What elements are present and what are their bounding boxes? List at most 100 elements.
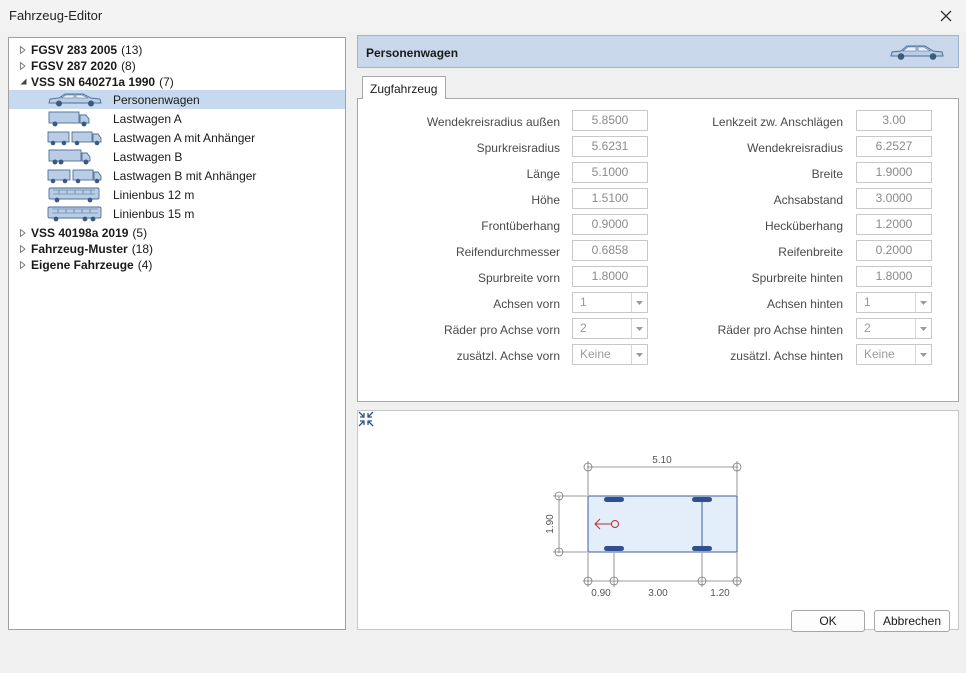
expand-triangle-icon[interactable] [19, 260, 27, 269]
expand-triangle-icon[interactable] [19, 45, 27, 54]
tree-group-label: VSS SN 640271a 1990 [31, 74, 156, 89]
front-overhang-label: 0.90 [591, 588, 611, 599]
tree-group-label: FGSV 283 2005 [31, 42, 118, 57]
cancel-button[interactable]: Abbrechen [874, 610, 950, 632]
tree-item-label: Lastwagen B mit Anhänger [113, 169, 257, 183]
breite-field[interactable]: 1.9000 [856, 162, 932, 183]
expand-triangle-icon[interactable] [19, 244, 27, 253]
tree-group-count: (13) [121, 42, 143, 57]
field-label: Höhe [531, 193, 560, 207]
select-value: Keine [864, 347, 895, 361]
reifenbreite-field[interactable]: 0.2000 [856, 240, 932, 261]
field-label: Länge [526, 167, 560, 181]
truck-icon [48, 111, 90, 127]
ok-button[interactable]: OK [791, 610, 865, 632]
window-title: Fahrzeug-Editor [9, 8, 103, 23]
field-label: Wendekreisradius außen [426, 115, 560, 129]
field-label: Achsen hinten [766, 297, 843, 311]
truck-icon [48, 149, 91, 165]
tree-item-personenwagen[interactable]: Personenwagen [9, 90, 345, 109]
tree-item-label: Linienbus 12 m [113, 188, 195, 202]
vehicle-preview: 5.10 1.90 0.90 3.00 1.20 [357, 410, 959, 630]
field-label: Spurbreite vorn [477, 271, 560, 285]
vehicle-dimension-drawing: 5.10 1.90 0.90 3.00 1.20 [545, 455, 742, 599]
tree-group-count: (18) [131, 241, 154, 256]
wendekreisradius-field[interactable]: 6.2527 [856, 136, 932, 157]
tree-group-label: Fahrzeug-Muster [31, 241, 128, 256]
tree-item-lastwagen-a-anhaenger[interactable]: Lastwagen A mit Anhänger [9, 128, 345, 147]
select-value: 1 [864, 295, 871, 309]
field-label: Wendekreisradius [747, 141, 843, 155]
vehicle-header: Personenwagen [357, 35, 959, 68]
raeder-pro-achse-hinten-select[interactable]: 2 [856, 318, 932, 339]
field-label: Lenkzeit zw. Anschlägen [712, 115, 843, 129]
width-label: 1.90 [545, 514, 556, 534]
chevron-down-icon[interactable] [915, 293, 931, 312]
tree-group-label: Eigene Fahrzeuge [31, 257, 134, 272]
select-value: Keine [580, 347, 611, 361]
tree-group-label: FGSV 287 2020 [31, 58, 118, 73]
select-value: 1 [580, 295, 587, 309]
field-label: Frontüberhang [481, 219, 560, 233]
field-label: Reifenbreite [778, 245, 843, 259]
expand-triangle-icon[interactable] [19, 228, 27, 237]
tree-item-label: Lastwagen A mit Anhänger [113, 131, 256, 145]
tree-item-label: Lastwagen B [113, 150, 183, 164]
field-label: Spurbreite hinten [751, 271, 843, 285]
title-bar: Fahrzeug-Editor [0, 0, 966, 32]
truck-trailer-icon [47, 131, 102, 146]
wheelbase-label: 3.00 [648, 588, 668, 599]
tree-item-lastwagen-b-anhaenger[interactable]: Lastwagen B mit Anhänger [9, 166, 345, 185]
field-label: Achsen vorn [493, 297, 560, 311]
dialog-body: FGSV 283 2005 (13) FGSV 287 2020 (8) VSS… [0, 32, 966, 673]
select-value: 2 [580, 321, 587, 335]
field-label: Breite [811, 167, 843, 181]
tree-group-count: (8) [121, 58, 136, 73]
field-label: Hecküberhang [764, 219, 843, 233]
car-icon [48, 93, 102, 107]
bus-icon [47, 206, 102, 222]
rear-overhang-label: 1.20 [710, 588, 730, 599]
field-label: Reifendurchmesser [455, 245, 560, 259]
close-icon[interactable] [934, 4, 958, 28]
field-label: zusätzl. Achse vorn [456, 349, 560, 363]
lenkzeit-field[interactable]: 3.00 [856, 110, 932, 131]
tree-group-count: (7) [159, 74, 174, 89]
achsabstand-field[interactable]: 3.0000 [856, 188, 932, 209]
vehicle-tree: FGSV 283 2005 (13) FGSV 287 2020 (8) VSS… [8, 37, 346, 630]
bus-icon [48, 187, 100, 203]
field-label: Räder pro Achse hinten [717, 323, 843, 337]
shrink-icon[interactable] [358, 411, 374, 427]
field-label: Räder pro Achse vorn [443, 323, 560, 337]
tree-item-label: Linienbus 15 m [113, 207, 195, 221]
tree-group-count: (5) [132, 225, 148, 240]
chevron-down-icon[interactable] [915, 319, 931, 338]
tree-group-label: VSS 40198a 2019 [31, 225, 129, 240]
tree-item-lastwagen-b[interactable]: Lastwagen B [9, 147, 345, 166]
select-value: 2 [864, 321, 871, 335]
zusaetzl-achse-hinten-select[interactable]: Keine [856, 344, 932, 365]
expand-triangle-icon[interactable] [19, 61, 27, 70]
tree-group-vss-sn[interactable]: VSS SN 640271a 1990 (7) [9, 72, 345, 91]
tree-item-linienbus-15[interactable]: Linienbus 15 m [9, 204, 345, 223]
field-label: Achsabstand [773, 193, 843, 207]
length-label: 5.10 [652, 455, 672, 466]
tree-item-linienbus-12[interactable]: Linienbus 12 m [9, 185, 345, 204]
tree-group-count: (4) [137, 257, 153, 272]
truck-trailer-icon [47, 169, 102, 184]
achsen-hinten-select[interactable]: 1 [856, 292, 932, 313]
tree-item-lastwagen-a[interactable]: Lastwagen A [9, 109, 345, 128]
field-label: Spurkreisradius [476, 141, 560, 155]
car-icon [890, 45, 944, 60]
collapse-triangle-icon[interactable] [19, 78, 27, 86]
vehicle-header-title: Personenwagen [366, 46, 459, 60]
field-label: zusätzl. Achse hinten [730, 349, 843, 363]
tree-item-label: Personenwagen [113, 93, 200, 107]
heckueberhang-field[interactable]: 1.2000 [856, 214, 932, 235]
tree-item-label: Lastwagen A [113, 112, 182, 126]
tree-group-eigene-fahrzeuge[interactable]: Eigene Fahrzeuge (4) [9, 255, 345, 274]
spurbreite-hinten-field[interactable]: 1.8000 [856, 266, 932, 287]
tab-zugfahrzeug[interactable]: Zugfahrzeug [362, 76, 446, 99]
tab-panel-zugfahrzeug: Wendekreisradius außen 5.8500 Spurkreisr… [357, 98, 959, 402]
chevron-down-icon[interactable] [915, 345, 931, 364]
